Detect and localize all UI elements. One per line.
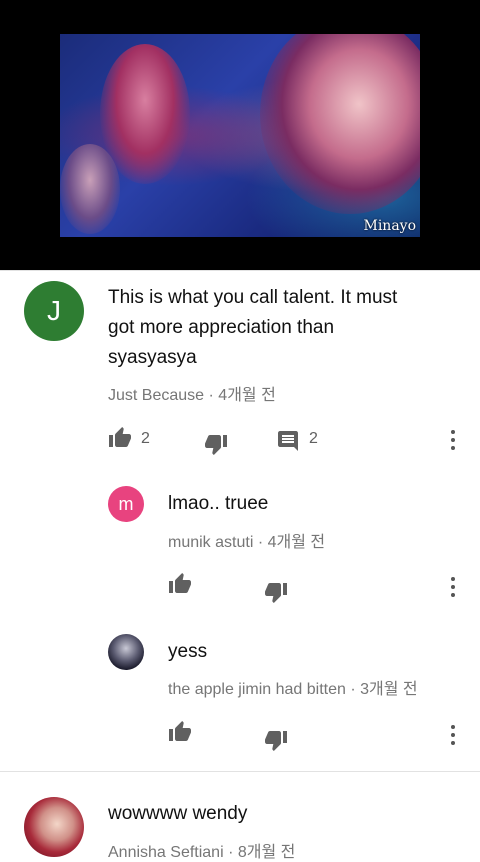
thumb-up-icon[interactable] [168, 720, 192, 744]
more-vert-icon[interactable] [449, 725, 457, 745]
reply-author[interactable]: munik astuti [168, 534, 253, 551]
video-player[interactable]: Minayo [0, 0, 480, 270]
video-figure-right [260, 34, 420, 214]
thumb-up-icon[interactable] [168, 572, 192, 596]
avatar-letter: m [118, 493, 134, 514]
thumb-down-icon[interactable] [204, 432, 228, 456]
thumb-down-icon[interactable] [264, 728, 288, 752]
video-figure-bottom-left [60, 144, 120, 234]
thumb-up-icon[interactable] [108, 426, 132, 450]
video-thumbnail[interactable]: Minayo [60, 34, 420, 237]
video-divider [0, 270, 480, 271]
reply-meta: the apple jimin had bitten · 3개월 전 [168, 675, 418, 699]
thumb-down-icon[interactable] [264, 580, 288, 604]
comment-line: got more appreciation than [108, 317, 335, 338]
reply-author[interactable]: the apple jimin had bitten [168, 681, 346, 698]
comment-line: syasyasya [108, 347, 197, 368]
reply-text: yess [168, 641, 208, 662]
comment-author[interactable]: Just Because [108, 387, 204, 404]
avatar-letter: J [47, 295, 61, 326]
avatar[interactable] [24, 797, 84, 857]
video-watermark: Minayo [363, 218, 416, 234]
avatar[interactable]: m [108, 486, 144, 522]
avatar[interactable]: J [24, 281, 84, 341]
comment-time: · 8개월 전 [228, 844, 296, 861]
comment-time: · 4개월 전 [208, 387, 276, 404]
like-count: 2 [141, 430, 150, 447]
reply-time: · 4개월 전 [257, 534, 326, 551]
avatar[interactable] [108, 634, 144, 670]
reply-time: · 3개월 전 [350, 681, 418, 698]
comment-text: wowwww wendy [108, 803, 248, 824]
reply-meta: munik astuti · 4개월 전 [168, 528, 325, 552]
comment-divider [0, 771, 480, 772]
more-vert-icon[interactable] [449, 430, 457, 450]
comment-line: This is what you call talent. It must [108, 287, 398, 308]
reply-text: lmao.. truee [168, 493, 269, 514]
comment-text: This is what you call talent. It must go… [108, 283, 397, 373]
comment-icon[interactable] [276, 429, 300, 453]
comment-author[interactable]: Annisha Seftiani [108, 844, 224, 861]
comment-meta: Annisha Seftiani · 8개월 전 [108, 838, 295, 862]
comment-meta: Just Because · 4개월 전 [108, 381, 276, 405]
more-vert-icon[interactable] [449, 577, 457, 597]
reply-count: 2 [309, 430, 318, 447]
